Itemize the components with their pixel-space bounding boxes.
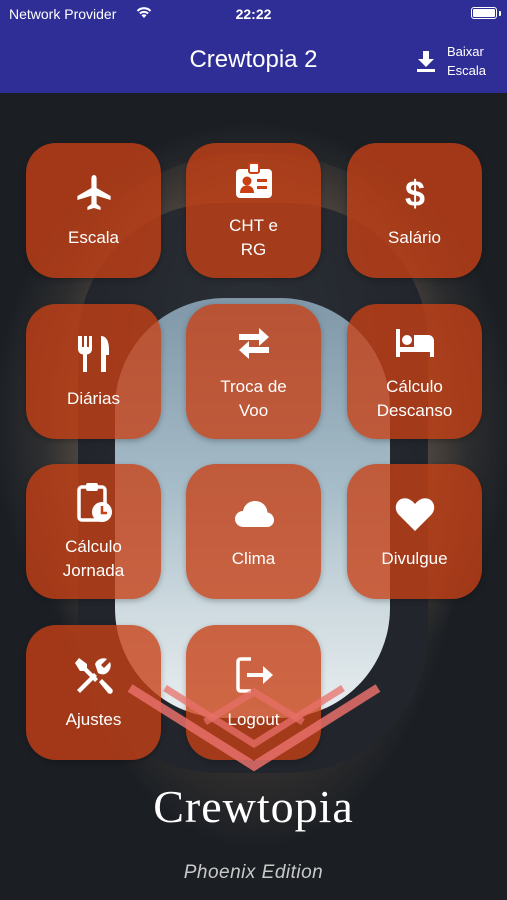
tile-label: Cálculo Descanso [376, 376, 453, 420]
cloud-icon [233, 493, 275, 535]
tile-troca-de-voo[interactable]: Troca de Voo [186, 304, 321, 439]
tile-label: Escala [67, 227, 120, 247]
tile-salario[interactable]: $ Salário [347, 143, 482, 278]
tile-label: Salário [388, 227, 441, 247]
dollar-icon: $ [394, 172, 436, 214]
status-bar: Network Provider 22:22 [0, 0, 507, 28]
download-schedule-button[interactable]: Baixar Escala [415, 40, 493, 82]
tools-icon [73, 654, 115, 696]
airplane-icon [73, 172, 115, 214]
tile-divulgue[interactable]: Divulgue [347, 464, 482, 599]
download-icon [417, 51, 435, 72]
clipboard-clock-icon [73, 481, 115, 523]
tile-diarias[interactable]: Diárias [26, 304, 161, 439]
tile-cht-rg[interactable]: CHT e RG [186, 143, 321, 278]
id-badge-icon [233, 160, 275, 202]
tile-label: Ajustes [65, 709, 122, 729]
tile-label: Cálculo Jornada [62, 536, 125, 580]
svg-text:$: $ [404, 173, 424, 214]
tile-label: Troca de Voo [220, 376, 287, 420]
clock: 22:22 [235, 6, 272, 22]
battery-icon [471, 7, 497, 19]
heart-icon [394, 493, 436, 535]
download-label: Baixar Escala [447, 44, 487, 78]
tile-label: Diárias [67, 388, 120, 408]
app-header: Network Provider 22:22 Crewtopia 2 Baixa… [0, 0, 507, 93]
battery-tip [499, 11, 501, 16]
crewtopia-emblem [127, 684, 381, 772]
tile-clima[interactable]: Clima [186, 464, 321, 599]
edition-label: Phoenix Edition [183, 862, 324, 883]
brand-logo: Crewtopia [153, 781, 354, 832]
tile-label: CHT e RG [229, 215, 278, 259]
tile-calculo-jornada[interactable]: Cálculo Jornada [26, 464, 161, 599]
tile-calculo-descanso[interactable]: Cálculo Descanso [347, 304, 482, 439]
bed-icon [394, 321, 436, 363]
tile-label: Divulgue [381, 548, 448, 568]
tile-label: Clima [231, 548, 276, 568]
tile-escala[interactable]: Escala [26, 143, 161, 278]
utensils-icon [73, 333, 115, 375]
swap-arrows-icon [233, 321, 275, 363]
